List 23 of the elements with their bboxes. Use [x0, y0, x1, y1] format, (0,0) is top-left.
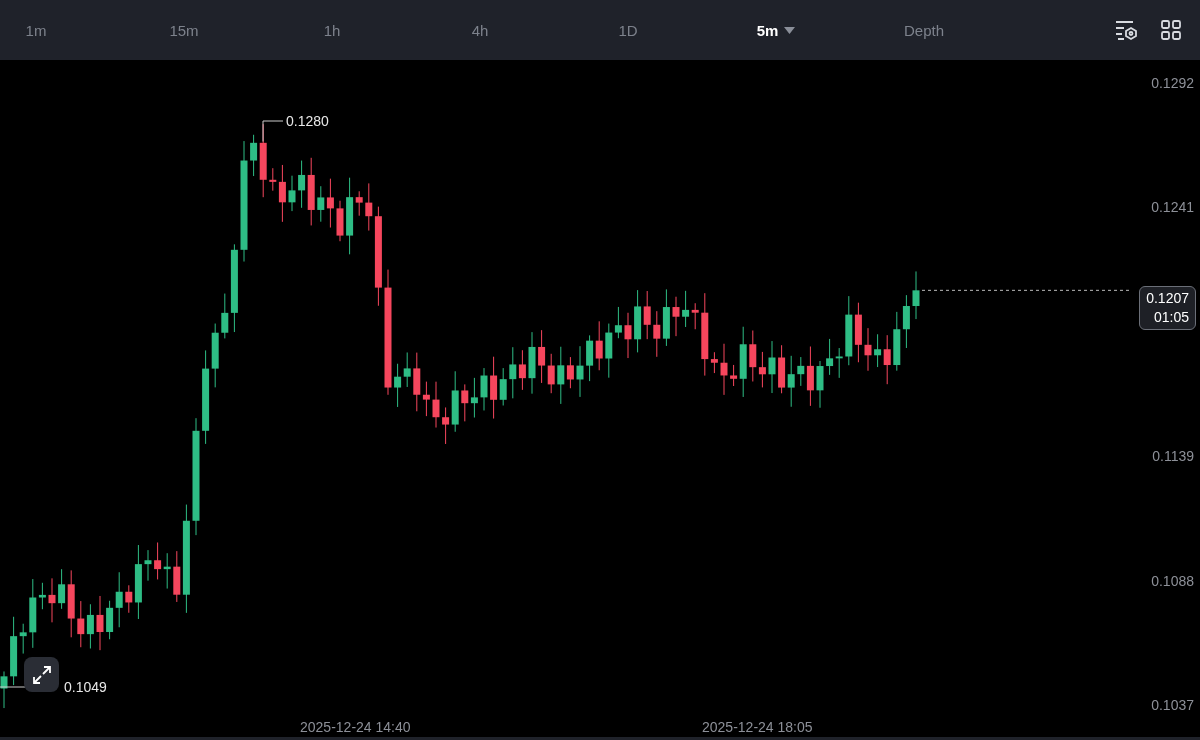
interval-tab[interactable]: 5m [740, 15, 812, 45]
interval-tab[interactable]: Depth [888, 15, 960, 45]
price-axis-label: 0.1037 [1151, 695, 1194, 714]
time-axis-label: 2025-12-24 18:05 [702, 719, 813, 735]
high-marker [262, 120, 284, 143]
price-axis-label: 0.1088 [1151, 571, 1194, 590]
interval-tab[interactable]: 1m [0, 15, 72, 45]
time-axis-label: 2025-12-24 14:40 [300, 719, 411, 735]
current-price-tag: 0.1207 01:05 [1139, 286, 1196, 330]
expand-icon [31, 664, 52, 685]
price-axis-label: 0.1241 [1151, 198, 1194, 217]
interval-tab[interactable]: 1D [592, 15, 664, 45]
interval-tab[interactable]: 4h [444, 15, 516, 45]
low-price-label: 0.1049 [64, 679, 107, 695]
expand-button[interactable] [24, 657, 59, 692]
chart-settings-icon[interactable] [1114, 19, 1138, 41]
high-price-label: 0.1280 [286, 113, 329, 129]
price-axis-label: 0.1139 [1151, 447, 1194, 466]
interval-tab[interactable]: 1h [296, 15, 368, 45]
interval-tab[interactable]: 15m [148, 15, 220, 45]
grid-icon[interactable] [1160, 19, 1182, 41]
caret-icon [784, 26, 796, 34]
price-axis-label: 0.1292 [1151, 74, 1194, 92]
